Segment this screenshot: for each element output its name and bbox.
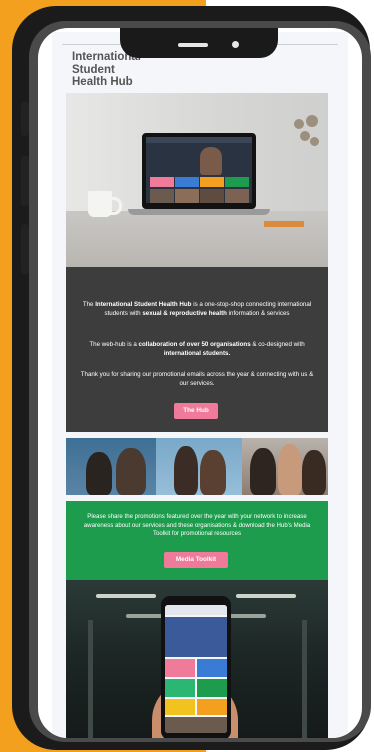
notebook-image bbox=[264, 221, 304, 227]
phone-side-button bbox=[21, 102, 29, 136]
phone-screen: International Student Health Hub The Int… bbox=[38, 28, 362, 738]
student-photo-strip bbox=[66, 438, 328, 495]
phone-in-hand-image bbox=[66, 580, 328, 738]
dried-flowers-image bbox=[292, 115, 322, 161]
intro-section: The International Student Health Hub is … bbox=[66, 267, 328, 432]
laptop-base bbox=[128, 209, 270, 215]
the-hub-button[interactable]: The Hub bbox=[174, 403, 218, 419]
students-photo-1 bbox=[66, 438, 156, 495]
media-toolkit-button[interactable]: Media Toolkit bbox=[164, 552, 228, 568]
mug-image bbox=[88, 191, 112, 217]
hero-image bbox=[66, 93, 328, 267]
phone-frame: International Student Health Hub The Int… bbox=[12, 6, 371, 750]
students-photo-2 bbox=[156, 438, 242, 495]
students-photo-3 bbox=[242, 438, 328, 495]
logo-line-2: Student bbox=[72, 63, 115, 76]
logo-line-3: Health Hub bbox=[72, 76, 133, 88]
laptop-image bbox=[142, 133, 256, 209]
share-section: Please share the promotions featured ove… bbox=[66, 501, 328, 580]
email-page[interactable]: International Student Health Hub The Int… bbox=[52, 32, 348, 738]
phone-side-button bbox=[21, 224, 29, 274]
speaker-icon bbox=[178, 43, 208, 47]
intro-paragraph-1: The International Student Health Hub is … bbox=[82, 301, 312, 317]
camera-icon bbox=[232, 41, 239, 48]
intro-paragraph-3: Thank you for sharing our promotional em… bbox=[80, 371, 314, 387]
phone-notch bbox=[120, 28, 278, 58]
laptop-screen bbox=[146, 137, 252, 203]
phone-side-button bbox=[21, 156, 29, 206]
smartphone-screen bbox=[165, 605, 227, 733]
intro-paragraph-2: The web-hub is a collaboration of over 5… bbox=[89, 341, 305, 357]
smartphone-image bbox=[161, 596, 231, 738]
share-paragraph: Please share the promotions featured ove… bbox=[83, 513, 311, 537]
hero-desk bbox=[66, 211, 328, 267]
